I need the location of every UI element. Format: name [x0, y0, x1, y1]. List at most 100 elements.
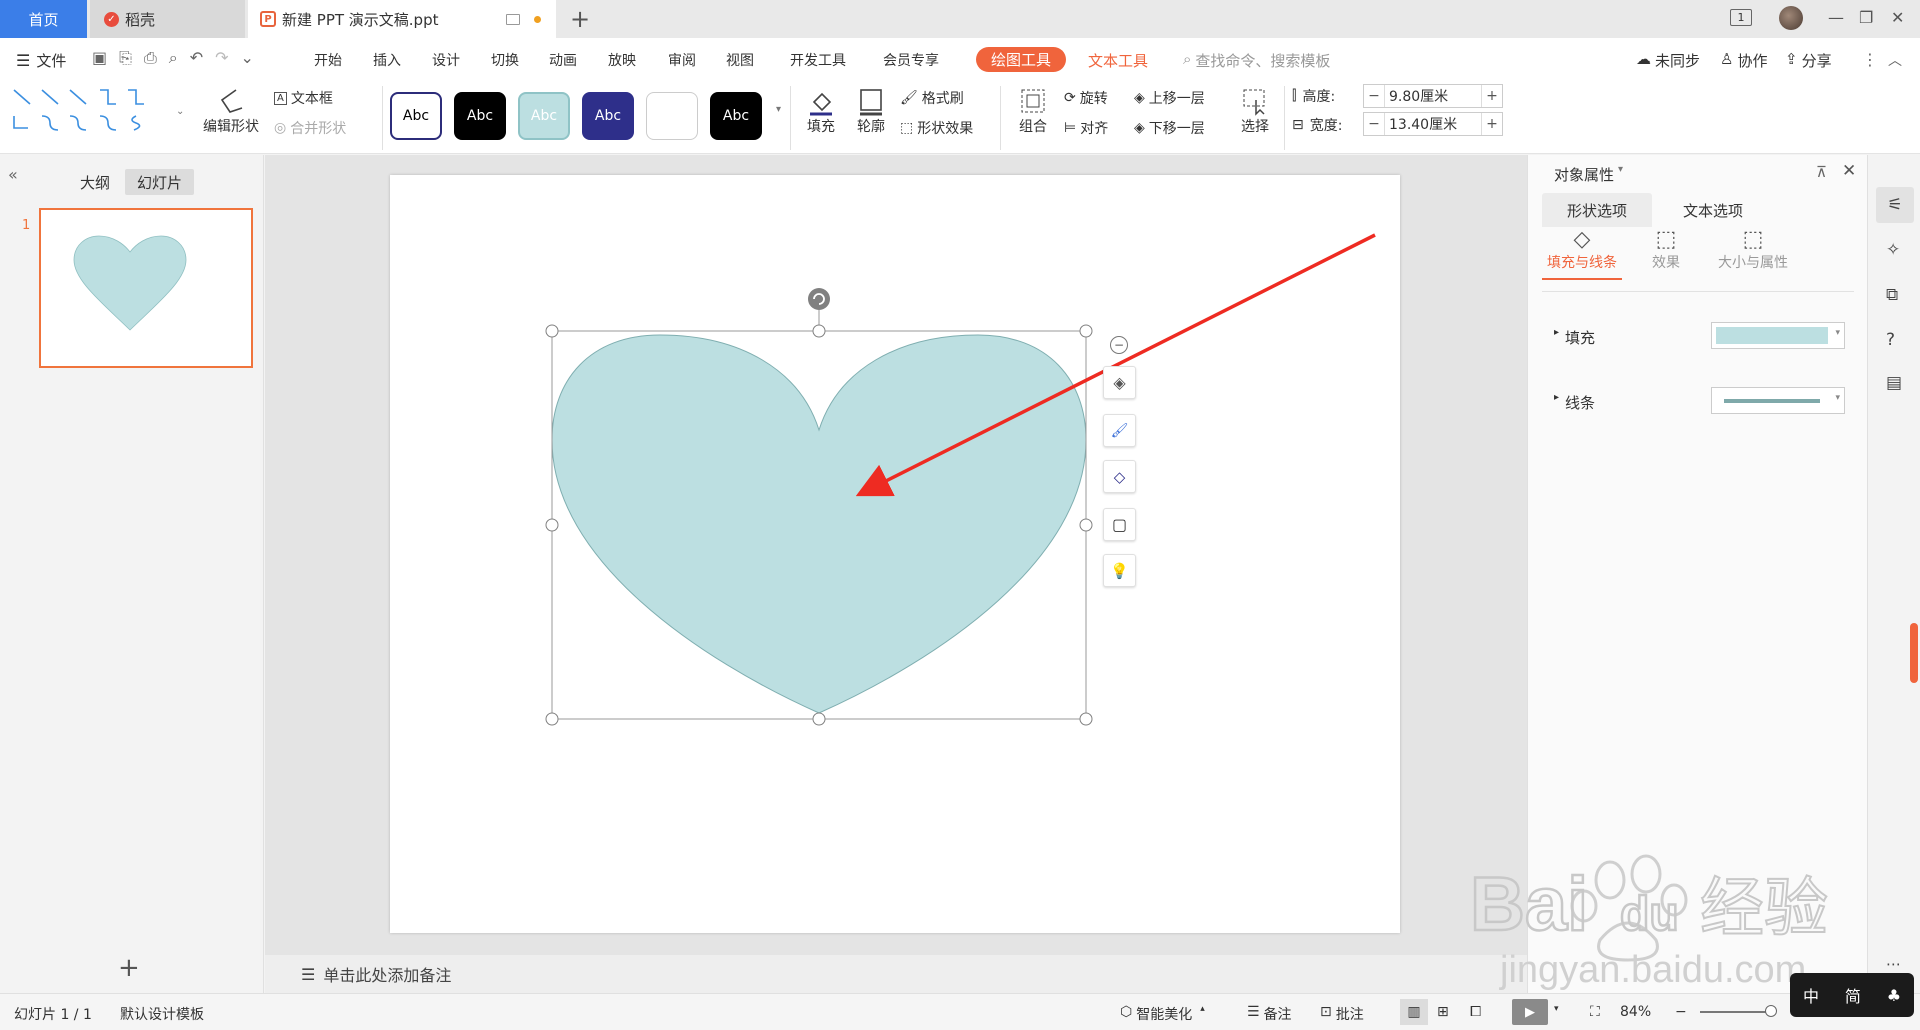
outline-button[interactable]: 轮廓 [848, 86, 894, 136]
menu-start[interactable]: 开始 [314, 50, 342, 70]
fit-window-icon[interactable]: ⛶ [1590, 1004, 1600, 1020]
slide-thumbnail[interactable] [39, 208, 253, 368]
subtab-size-props[interactable]: ⬚ 大小与属性 [1708, 227, 1798, 272]
subtab-effect[interactable]: ⬚ 效果 [1636, 227, 1696, 272]
tab-text-tools[interactable]: 文本工具 [1088, 50, 1148, 71]
line-section-header[interactable]: ▸ 线条 [1554, 392, 1595, 413]
properties-sidebar-icon[interactable]: ⚟ [1876, 187, 1914, 223]
file-menu[interactable]: ☰ 文件 [16, 50, 66, 71]
template-name[interactable]: 默认设计模板 [120, 1004, 204, 1024]
line-style-dropdown[interactable]: ▾ [1711, 387, 1845, 414]
style-swatch-black[interactable]: Abc [454, 92, 506, 140]
print-preview-icon[interactable]: ⌕ [169, 48, 178, 68]
menu-review[interactable]: 审阅 [668, 50, 696, 70]
zoom-out-icon[interactable]: − [1675, 1004, 1687, 1020]
subtab-fill-line[interactable]: ◇ 填充与线条 [1542, 227, 1622, 280]
bring-forward-button[interactable]: ◈ 上移一层 [1134, 88, 1205, 108]
align-button[interactable]: ⊨ 对齐 [1064, 118, 1108, 138]
customize-icon[interactable]: ⌄ [241, 48, 254, 68]
sidebar-scroll-indicator[interactable] [1910, 623, 1918, 683]
send-backward-button[interactable]: ◈ 下移一层 [1134, 118, 1205, 138]
shape-gallery[interactable]: ⌄ [10, 86, 186, 138]
transition-sidebar-icon[interactable]: ⧉ [1886, 285, 1898, 305]
merge-shape-button[interactable]: ◎ 合并形状 [274, 118, 346, 138]
help-sidebar-icon[interactable]: ? [1886, 330, 1895, 350]
text-box-button[interactable]: A 文本框 [274, 88, 333, 108]
collapse-ribbon-icon[interactable]: ︿ [1888, 50, 1902, 70]
zoom-slider[interactable] [1700, 1011, 1770, 1013]
fill-tool-icon[interactable]: ◇ [1103, 460, 1136, 493]
export-icon[interactable]: ⎘ [119, 48, 132, 68]
ime-mode[interactable]: 简 [1845, 983, 1861, 1007]
smart-suggest-icon[interactable]: 💡 [1103, 554, 1136, 587]
ime-indicator[interactable]: 中 简 ♣ [1790, 973, 1914, 1017]
menu-slideshow[interactable]: 放映 [608, 50, 636, 70]
sorter-view-icon[interactable]: ⊞ [1437, 1004, 1449, 1020]
tab-outline[interactable]: 大纲 [68, 169, 122, 195]
tab-shape-options[interactable]: 形状选项 [1542, 193, 1652, 227]
shape-effect-button[interactable]: ⬚ 形状效果 [900, 118, 973, 138]
monitor-icon[interactable] [506, 13, 521, 25]
undo-icon[interactable]: ↶ [190, 48, 203, 68]
minimize-icon[interactable]: — [1828, 8, 1844, 27]
width-decrease-button[interactable]: − [1364, 116, 1384, 132]
animation-sidebar-icon[interactable]: ✧ [1886, 240, 1900, 260]
tab-document[interactable]: P 新建 PPT 演示文稿.ppt [248, 0, 556, 38]
avatar[interactable] [1779, 6, 1803, 30]
height-increase-button[interactable]: + [1482, 88, 1502, 104]
pin-icon[interactable]: ⊼ [1816, 163, 1827, 181]
width-value[interactable]: 13.40厘米 [1384, 113, 1482, 135]
ime-lang[interactable]: 中 [1803, 983, 1819, 1007]
restore-icon[interactable]: ❐ [1859, 8, 1873, 27]
edit-shape-button[interactable]: 编辑形状 [194, 86, 268, 144]
width-increase-button[interactable]: + [1482, 116, 1502, 132]
menu-developer[interactable]: 开发工具 [790, 50, 846, 70]
sync-button[interactable]: ☁ 未同步 [1636, 50, 1700, 71]
collab-button[interactable]: ♙ 协作 [1720, 50, 1767, 71]
collapse-panel-icon[interactable]: « [8, 165, 18, 184]
slide-canvas[interactable] [390, 175, 1400, 933]
print-icon[interactable]: ⎙ [144, 48, 157, 68]
sidebar-more-icon[interactable]: ⋯ [1886, 955, 1901, 973]
close-panel-icon[interactable]: ✕ [1842, 161, 1856, 181]
tab-drawing-tools[interactable]: 绘图工具 [976, 47, 1066, 72]
close-icon[interactable]: ✕ [1891, 8, 1904, 27]
tab-docer[interactable]: ✓ 稻壳 [90, 0, 245, 38]
page-count-icon[interactable]: 1 [1730, 9, 1752, 26]
add-slide-icon[interactable]: + [118, 953, 140, 983]
normal-view-icon[interactable]: ▥ [1400, 999, 1428, 1025]
tab-home[interactable]: 首页 [0, 0, 87, 38]
menu-design[interactable]: 设计 [432, 50, 460, 70]
notes-toggle[interactable]: ☰ 备注 [1247, 1004, 1292, 1024]
height-input[interactable]: − 9.80厘米 + [1363, 84, 1503, 108]
play-options-icon[interactable]: ▾ [1554, 1004, 1559, 1014]
smart-beautify-button[interactable]: ⬡ 智能美化 ▴ [1120, 1004, 1205, 1024]
style-swatch-black-2[interactable]: Abc [710, 92, 762, 140]
fill-button[interactable]: 填充 [798, 86, 844, 136]
command-search[interactable]: ⌕ 查找命令、搜索模板 [1183, 50, 1330, 71]
share-button[interactable]: ⇪ 分享 [1785, 50, 1832, 71]
zoom-slider-thumb[interactable] [1765, 1005, 1777, 1017]
reading-view-icon[interactable]: ⧠ [1470, 1004, 1481, 1020]
style-swatch-outline-dark[interactable]: Abc [390, 92, 442, 140]
backup-sidebar-icon[interactable]: ▤ [1886, 373, 1902, 393]
tab-text-options[interactable]: 文本选项 [1658, 193, 1768, 227]
outline-tool-icon[interactable]: ▢ [1103, 508, 1136, 541]
save-icon[interactable]: ▣ [92, 48, 107, 68]
more-icon[interactable]: ⋮ [1862, 50, 1878, 69]
layers-icon[interactable]: ◈ [1103, 366, 1136, 399]
vertical-scrollbar[interactable] [1515, 160, 1525, 940]
style-swatch-teal-selected[interactable]: Abc [518, 92, 570, 140]
width-input[interactable]: − 13.40厘米 + [1363, 112, 1503, 136]
comments-toggle[interactable]: ⊡ 批注 [1320, 1004, 1364, 1024]
fill-section-header[interactable]: ▸ 填充 [1554, 327, 1595, 348]
new-tab-button[interactable]: + [564, 0, 596, 38]
menu-insert[interactable]: 插入 [373, 50, 401, 70]
menu-transition[interactable]: 切换 [491, 50, 519, 70]
group-button[interactable]: 组合 [1010, 86, 1056, 136]
style-swatch-navy[interactable]: Abc [582, 92, 634, 140]
panel-title[interactable]: 对象属性 ▾ [1554, 164, 1623, 185]
menu-view[interactable]: 视图 [726, 50, 754, 70]
ime-skin-icon[interactable]: ♣ [1887, 986, 1901, 1005]
fill-color-dropdown[interactable]: ▾ [1711, 322, 1845, 349]
